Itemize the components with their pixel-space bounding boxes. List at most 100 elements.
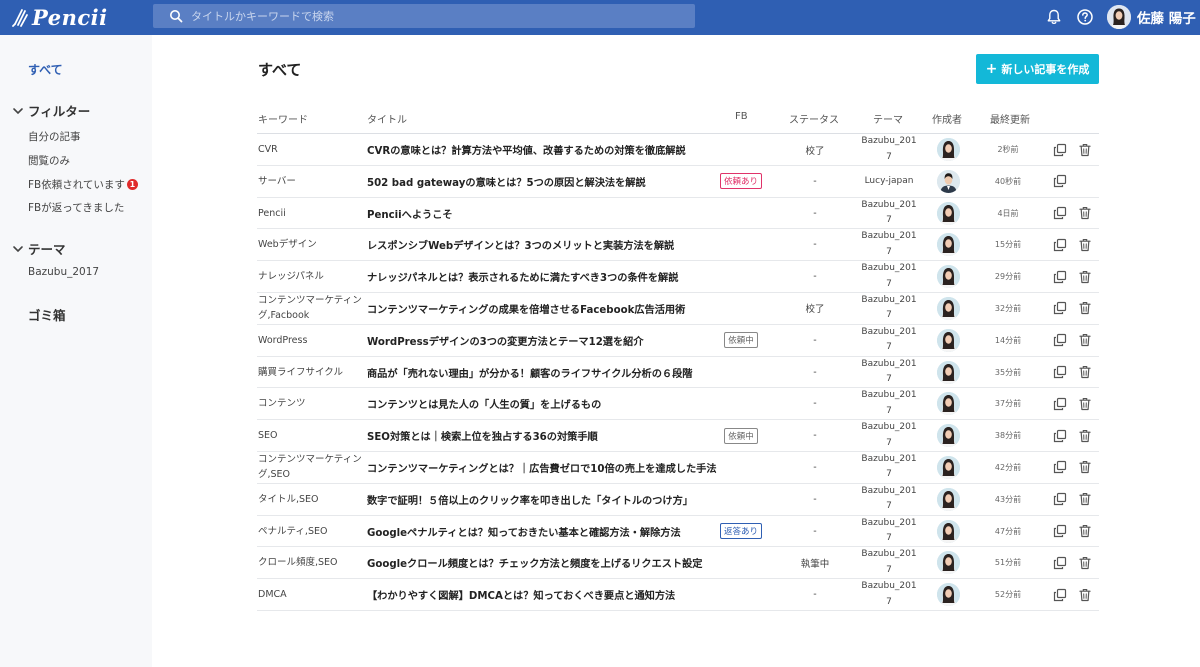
table-row[interactable]: DMCA 【わかりやすく図解】DMCAとは？知っておくべき要点と通知方法 - Bazu… — [257, 579, 1099, 611]
copy-icon[interactable] — [1053, 270, 1067, 284]
row-status: - — [813, 430, 817, 442]
table-row[interactable]: コンテンツマーケティング,Facbook コンテンツマーケティングの成果を倍増させ… — [257, 293, 1099, 325]
sidebar-item-all[interactable]: すべて — [28, 61, 63, 78]
row-fb: 返答あり — [719, 516, 763, 547]
row-title-link[interactable]: 数字で証明！５倍以上のクリック率を叩き出した「タイトルのつけ方」 — [367, 484, 693, 515]
sidebar-section-filter[interactable]: フィルター — [12, 101, 90, 120]
column-header-fb[interactable]: FB — [735, 111, 748, 122]
copy-icon[interactable] — [1053, 492, 1067, 506]
row-status: - — [813, 366, 817, 378]
copy-icon[interactable] — [1053, 429, 1067, 443]
sidebar-item-theme-bazubu[interactable]: Bazubu_2017 — [28, 266, 99, 278]
sidebar-item-fb-requested[interactable]: FB依頼されています 1 — [28, 177, 138, 192]
row-keyword: コンテンツ — [258, 398, 306, 410]
table-row[interactable]: Webデザイン レスポンシブWebデザインとは？3つのメリットと実装方法を解説 - B… — [257, 229, 1099, 262]
row-title-link[interactable]: 【わかりやすく図解】DMCAとは？知っておくべき要点と通知方法 — [367, 579, 675, 610]
row-actions — [1053, 229, 1093, 260]
row-author — [933, 261, 963, 292]
question-circle-icon[interactable] — [1076, 8, 1094, 26]
search-icon — [170, 10, 183, 23]
column-header-status[interactable]: ステータス — [789, 111, 839, 126]
sidebar-section-theme[interactable]: テーマ — [12, 239, 66, 258]
table-row[interactable]: Pencii Penciiへようこそ - Bazubu_2017 4日前 — [257, 198, 1099, 230]
copy-icon[interactable] — [1053, 524, 1067, 538]
row-title-link[interactable]: Penciiへようこそ — [367, 198, 453, 229]
row-title-link[interactable]: Googleクロール頻度とは？チェック方法と頻度を上げるリクエスト設定 — [367, 547, 703, 578]
table-row[interactable]: タイトル,SEO 数字で証明！５倍以上のクリック率を叩き出した「タイトルのつけ方」… — [257, 484, 1099, 516]
row-status: - — [813, 525, 817, 537]
column-header-updated[interactable]: 最終更新 — [990, 111, 1030, 126]
trash-icon[interactable] — [1078, 238, 1092, 252]
row-keyword: CVR — [258, 144, 278, 155]
trash-icon[interactable] — [1078, 143, 1092, 157]
trash-icon[interactable] — [1078, 206, 1092, 220]
bell-icon[interactable] — [1045, 8, 1063, 26]
copy-icon[interactable] — [1053, 556, 1067, 570]
row-updated: 15分前 — [994, 240, 1022, 250]
search-input[interactable] — [191, 9, 671, 23]
trash-icon[interactable] — [1078, 397, 1092, 411]
trash-icon[interactable] — [1078, 365, 1092, 379]
copy-icon[interactable] — [1053, 174, 1067, 188]
table-row[interactable]: WordPress WordPressデザインの3つの変更方法とテーマ12選を紹介… — [257, 325, 1099, 357]
row-author — [933, 134, 963, 165]
row-title-link[interactable]: WordPressデザインの3つの変更方法とテーマ12選を紹介 — [367, 325, 644, 356]
row-keyword: コンテンツマーケティング,SEO — [258, 454, 362, 481]
table-row[interactable]: クロール頻度,SEO Googleクロール頻度とは？チェック方法と頻度を上げるリク… — [257, 547, 1099, 580]
row-title-link[interactable]: ナレッジパネルとは？表示されるために満たすべき3つの条件を解説 — [367, 261, 678, 292]
column-header-author[interactable]: 作成者 — [932, 111, 962, 126]
copy-icon[interactable] — [1053, 333, 1067, 347]
user-menu[interactable]: 佐藤 陽子 — [1107, 4, 1196, 30]
row-title-link[interactable]: 商品が「売れない理由」が分かる！顧客のライフサイクル分析の６段階 — [367, 357, 693, 388]
copy-icon[interactable] — [1053, 460, 1067, 474]
column-header-keyword[interactable]: キーワード — [258, 111, 308, 126]
column-header-title[interactable]: タイトル — [367, 111, 407, 126]
row-title-link[interactable]: コンテンツマーケティングとは？｜広告費ゼロで10倍の売上を達成した手法 — [367, 452, 717, 483]
trash-icon[interactable] — [1078, 301, 1092, 315]
table-row[interactable]: ナレッジパネル ナレッジパネルとは？表示されるために満たすべき3つの条件を解説 - B… — [257, 261, 1099, 293]
table-row[interactable]: サーバー 502 bad gatewayの意味とは？5つの原因と解決法を解説 依頼あ… — [257, 166, 1099, 198]
copy-icon[interactable] — [1053, 588, 1067, 602]
avatar — [936, 328, 960, 352]
trash-icon[interactable] — [1078, 524, 1092, 538]
table-row[interactable]: 購買ライフサイクル 商品が「売れない理由」が分かる！顧客のライフサイクル分析の６段… — [257, 357, 1099, 389]
sidebar-item-fb-returned[interactable]: FBが返ってきました — [28, 200, 124, 215]
row-title-link[interactable]: SEO対策とは｜検索上位を独占する36の対策手順 — [367, 420, 598, 451]
copy-icon[interactable] — [1053, 397, 1067, 411]
sidebar-item-view-only[interactable]: 閲覧のみ — [28, 153, 70, 168]
trash-icon[interactable] — [1078, 588, 1092, 602]
copy-icon[interactable] — [1053, 365, 1067, 379]
row-title-link[interactable]: CVRの意味とは？計算方法や平均値、改善するための対策を徹底解説 — [367, 134, 686, 165]
row-status: - — [813, 239, 817, 251]
sidebar-item-trash[interactable]: ゴミ箱 — [28, 305, 66, 324]
trash-icon[interactable] — [1078, 492, 1092, 506]
table-row[interactable]: CVR CVRの意味とは？計算方法や平均値、改善するための対策を徹底解説 校了 Baz… — [257, 134, 1099, 166]
copy-icon[interactable] — [1053, 143, 1067, 157]
column-header-theme[interactable]: テーマ — [873, 111, 903, 126]
table-row[interactable]: コンテンツマーケティング,SEO コンテンツマーケティングとは？｜広告費ゼロで10… — [257, 452, 1099, 484]
trash-icon[interactable] — [1078, 270, 1092, 284]
sidebar-item-my-articles[interactable]: 自分の記事 — [28, 129, 81, 144]
table-row[interactable]: コンテンツ コンテンツとは見た人の「人生の質」を上げるもの - Bazubu_2017… — [257, 388, 1099, 421]
app-logo[interactable]: Pencii — [12, 4, 108, 30]
trash-icon[interactable] — [1078, 556, 1092, 570]
trash-icon[interactable] — [1078, 333, 1092, 347]
row-theme: Bazubu_2017 — [861, 581, 917, 607]
table-row[interactable]: ペナルティ,SEO Googleペナルティとは？知っておきたい基本と確認方法・解除… — [257, 516, 1099, 548]
copy-icon[interactable] — [1053, 301, 1067, 315]
copy-icon[interactable] — [1053, 238, 1067, 252]
fb-status-badge: 依頼中 — [724, 427, 758, 444]
avatar — [936, 360, 960, 384]
row-status: - — [813, 175, 817, 187]
avatar — [936, 138, 960, 161]
row-title-link[interactable]: コンテンツとは見た人の「人生の質」を上げるもの — [367, 388, 601, 419]
new-article-button[interactable]: + 新しい記事を作成 — [976, 54, 1099, 84]
trash-icon[interactable] — [1078, 460, 1092, 474]
row-title-link[interactable]: コンテンツマーケティングの成果を倍増させるFacebook広告活用術 — [367, 293, 685, 324]
row-title-link[interactable]: 502 bad gatewayの意味とは？5つの原因と解決法を解説 — [367, 166, 646, 197]
copy-icon[interactable] — [1053, 206, 1067, 220]
row-title-link[interactable]: Googleペナルティとは？知っておきたい基本と確認方法・解除方法 — [367, 516, 681, 547]
trash-icon[interactable] — [1078, 429, 1092, 443]
row-title-link[interactable]: レスポンシブWebデザインとは？3つのメリットと実装方法を解説 — [367, 229, 674, 260]
table-row[interactable]: SEO SEO対策とは｜検索上位を独占する36の対策手順 依頼中 - Bazubu_20… — [257, 420, 1099, 452]
